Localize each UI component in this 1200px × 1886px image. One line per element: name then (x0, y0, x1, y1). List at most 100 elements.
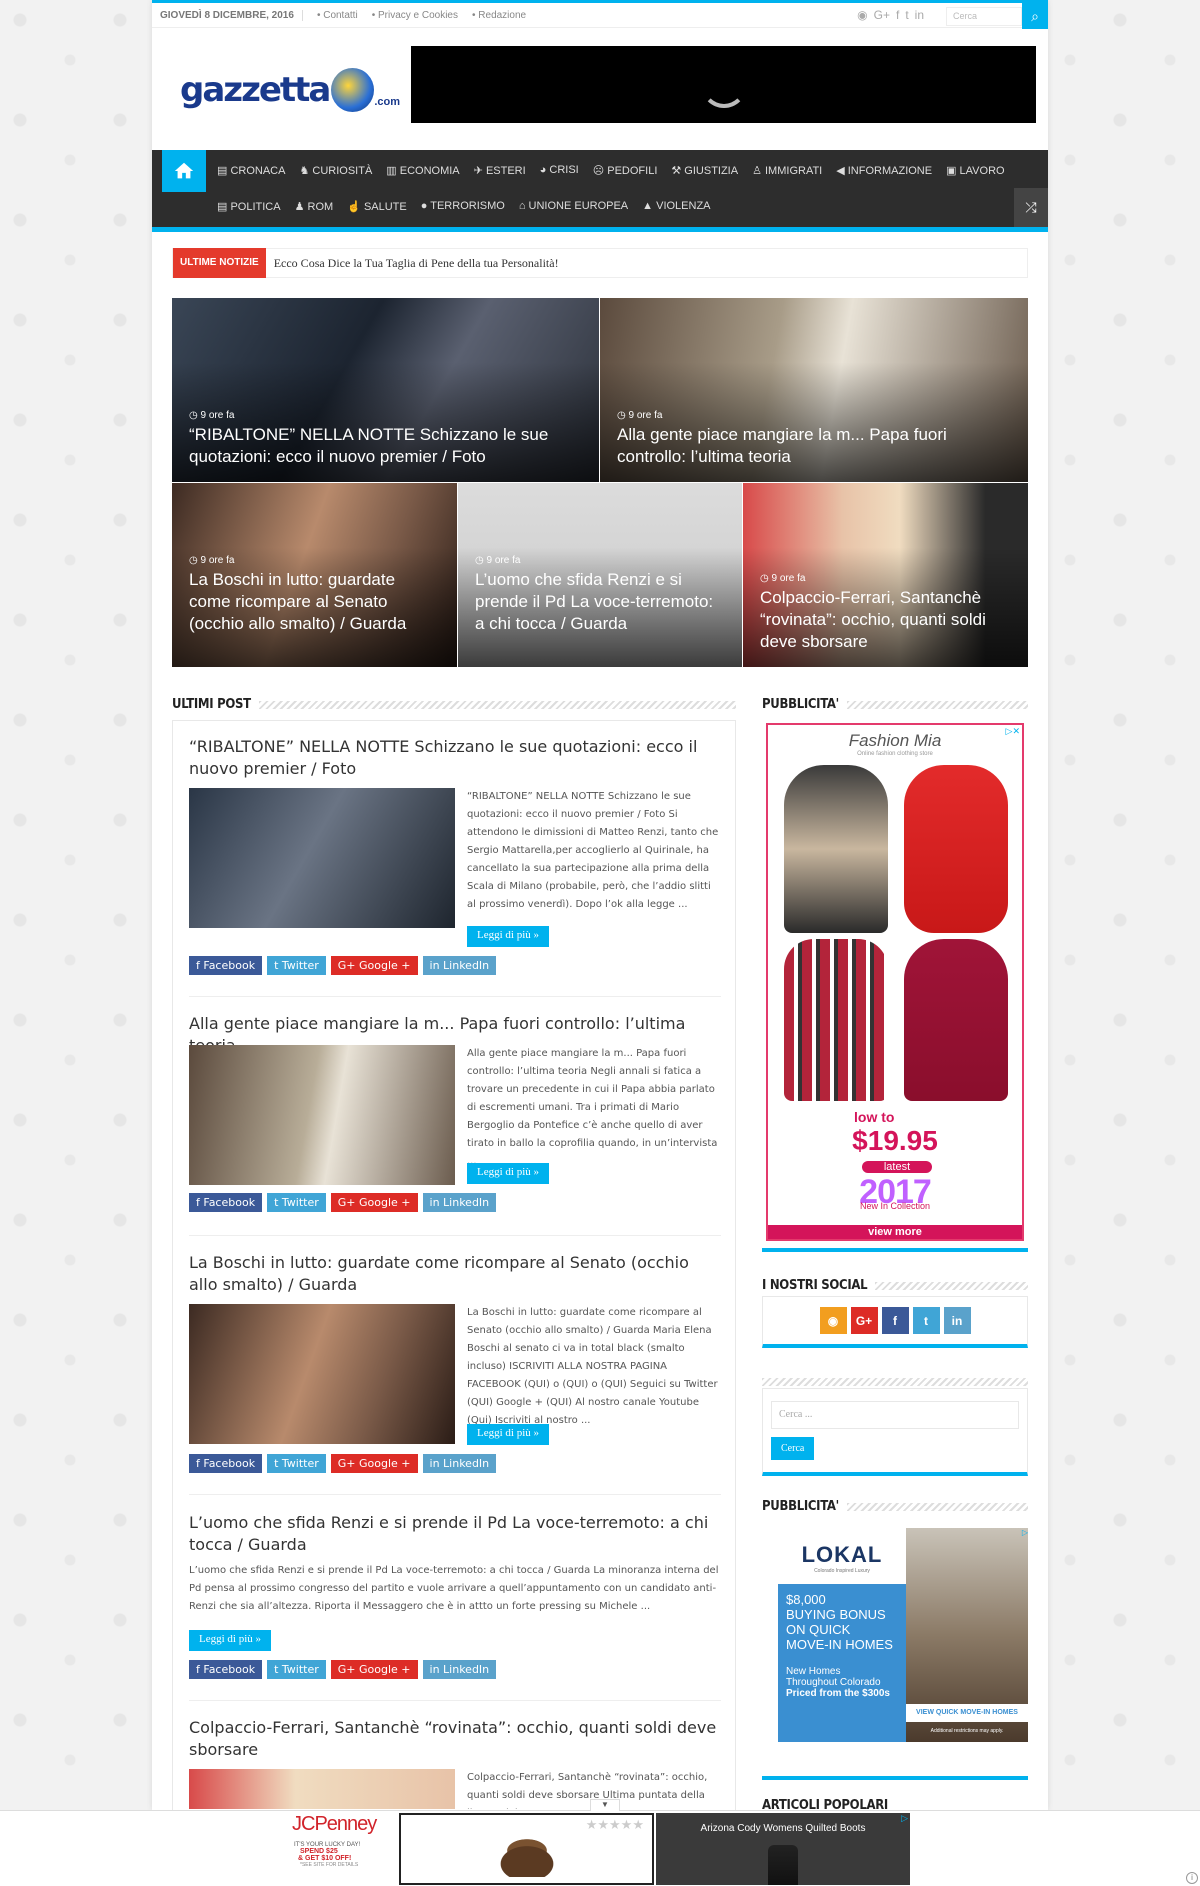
lokal-line1: $8,000 (786, 1592, 826, 1607)
read-more-button[interactable]: Leggi di più » (467, 1424, 550, 1445)
slide-title: “RIBALTONE” NELLA NOTTE Schizzano le sue… (189, 425, 549, 466)
chevron-down-icon: ▼ (601, 1800, 609, 1809)
post-excerpt: Alla gente piace mangiare la m... Papa f… (467, 1048, 718, 1167)
share-facebook-button[interactable]: f Facebook (189, 1193, 263, 1212)
featured-slide-3[interactable]: ◷ 9 ore fa La Boschi in lutto: guardate … (172, 483, 457, 667)
post-thumbnail[interactable] (189, 1045, 455, 1185)
topbar-social: ◉ G+ f t in (857, 8, 924, 22)
featured-slide-1[interactable]: ◷ 9 ore fa “RIBALTONE” NELLA NOTTE Schiz… (172, 298, 599, 482)
jcpenney-ad[interactable]: JCPenney IT'S YOUR LUCKY DAY! SPEND $25 … (290, 1813, 398, 1885)
nav-item-crisi[interactable]: ◕ CRISI (533, 164, 586, 177)
google-plus-icon[interactable]: G+ (874, 8, 890, 22)
lokal-note: Additional restrictions may apply. (930, 1728, 1004, 1734)
share-google-button[interactable]: G+ Google + (330, 1193, 418, 1212)
share-google-button[interactable]: G+ Google + (330, 1454, 418, 1473)
slide-title: Colpaccio-Ferrari, Santanchè “rovinata”:… (760, 588, 986, 651)
rss-icon[interactable]: ◉ (819, 1307, 847, 1334)
read-more-button[interactable]: Leggi di più » (467, 1163, 550, 1184)
adchoices-icon[interactable]: ▷ (901, 1813, 908, 1824)
nav-item-violenza[interactable]: ▲ VIOLENZA (635, 200, 717, 213)
nav-item-economia[interactable]: ▥ ECONOMIA (379, 164, 466, 177)
post-thumbnail[interactable] (189, 788, 455, 928)
boots-product-title: Arizona Cody Womens Quilted Boots (700, 1823, 866, 1834)
google-plus-icon[interactable]: G+ (850, 1307, 878, 1334)
share-google-button[interactable]: G+ Google + (330, 956, 418, 975)
rss-icon[interactable]: ◉ (857, 8, 867, 22)
lokal-cta[interactable]: VIEW QUICK MOVE-IN HOMES (906, 1704, 1028, 1722)
linkedin-icon[interactable]: in (943, 1307, 971, 1334)
share-twitter-button[interactable]: t Twitter (267, 1193, 326, 1212)
nav-item-terrorismo[interactable]: ● TERRORISMO (414, 200, 512, 213)
post-title[interactable]: Colpaccio-Ferrari, Santanchè “rovinata”:… (189, 1717, 721, 1761)
share-linkedin-button[interactable]: in LinkedIn (422, 1660, 497, 1679)
topbar-link-contatti[interactable]: • Contatti (317, 10, 358, 21)
ticker-headline[interactable]: Ecco Cosa Dice la Tua Taglia di Pene del… (266, 256, 559, 271)
featured-slide-5[interactable]: ◷ 9 ore fa Colpaccio-Ferrari, Santanchè … (743, 483, 1028, 667)
post-excerpt: “RIBALTONE” NELLA NOTTE Schizzano le sue… (467, 791, 719, 910)
nav-item-rom[interactable]: ♟ ROM (288, 200, 341, 213)
linkedin-icon[interactable]: in (915, 8, 924, 22)
home-button[interactable] (162, 150, 206, 192)
facebook-icon[interactable]: f (896, 8, 899, 22)
site-logo[interactable]: gazzetta .com (180, 60, 400, 120)
lokal-ad[interactable]: LOKAL Colorado Inspired Luxury $8,000 BU… (778, 1528, 1028, 1742)
search-icon[interactable]: ⌕ (1022, 3, 1048, 29)
lokal-line6: Throughout Colorado (786, 1677, 881, 1688)
nav-item-pedofili[interactable]: ☹ PEDOFILI (586, 164, 665, 177)
read-more-button[interactable]: Leggi di più » (189, 1630, 272, 1651)
random-article-button[interactable]: ⤮ (1014, 188, 1048, 227)
top-bar: GIOVEDÌ 8 DICEMBRE, 2016 • Contatti • Pr… (152, 0, 1048, 29)
nav-item-esteri[interactable]: ✈ ESTERI (467, 164, 533, 177)
nav-item-informazione[interactable]: ◀ INFORMAZIONE (829, 164, 939, 177)
share-google-button[interactable]: G+ Google + (330, 1660, 418, 1679)
header-ad-banner[interactable] (411, 46, 1036, 123)
twitter-icon[interactable]: t (905, 8, 908, 22)
coat-image (784, 939, 888, 1101)
share-twitter-button[interactable]: t Twitter (267, 956, 326, 975)
fashion-ad[interactable]: ▷✕ Fashion Mia Online fashion clothing s… (766, 723, 1024, 1241)
post-title[interactable]: “RIBALTONE” NELLA NOTTE Schizzano le sue… (189, 736, 721, 780)
nav-item-giustizia[interactable]: ⚒ GIUSTIZIA (664, 164, 745, 177)
post-title[interactable]: L’uomo che sfida Renzi e si prende il Pd… (189, 1512, 721, 1556)
post-thumbnail[interactable] (189, 1304, 455, 1444)
post-title[interactable]: La Boschi in lutto: guardate come ricomp… (189, 1252, 721, 1296)
share-buttons: f Facebook t Twitter G+ Google + in Link… (189, 1454, 497, 1473)
nav-item-unione-europea[interactable]: ⌂ UNIONE EUROPEA (512, 200, 635, 213)
collapse-ad-button[interactable]: ▼ (590, 1799, 620, 1811)
share-linkedin-button[interactable]: in LinkedIn (422, 1454, 497, 1473)
facebook-icon[interactable]: f (881, 1307, 909, 1334)
topbar-link-privacy[interactable]: • Privacy e Cookies (372, 10, 458, 21)
nav-item-politica[interactable]: ▤ POLITICA (210, 200, 288, 213)
nav-item-curiosita[interactable]: ♞ CURIOSITÀ (292, 164, 379, 177)
share-linkedin-button[interactable]: in LinkedIn (422, 1193, 497, 1212)
info-icon[interactable]: i (1186, 1872, 1198, 1884)
section-heading-ultimi-post: ULTIMI POST (172, 697, 736, 712)
fashion-ad-cta[interactable]: view more (768, 1225, 1022, 1239)
slide-time: ◷ 9 ore fa (189, 555, 235, 566)
read-more-button[interactable]: Leggi di più » (467, 926, 550, 947)
nav-item-immigrati[interactable]: ♙ IMMIGRATI (745, 164, 829, 177)
section-heading-popolari: ARTICOLI POPOLARI (762, 1798, 888, 1810)
nav-item-cronaca[interactable]: ▤ CRONACA (210, 164, 292, 177)
boots-product-ad[interactable]: Arizona Cody Womens Quilted Boots ▷ (656, 1813, 910, 1885)
share-facebook-button[interactable]: f Facebook (189, 1660, 263, 1679)
share-facebook-button[interactable]: f Facebook (189, 956, 263, 975)
twitter-icon[interactable]: t (912, 1307, 940, 1334)
share-twitter-button[interactable]: t Twitter (267, 1660, 326, 1679)
featured-slide-2[interactable]: ◷ 9 ore fa Alla gente piace mangiare la … (600, 298, 1028, 482)
topbar-search-input[interactable]: Cerca (946, 7, 1022, 26)
hat-product-ad[interactable]: ★★★★★ (399, 1813, 654, 1885)
nav-item-salute[interactable]: ☝ SALUTE (340, 200, 414, 213)
topbar-link-redazione[interactable]: • Redazione (472, 10, 526, 21)
share-linkedin-button[interactable]: in LinkedIn (422, 956, 497, 975)
share-twitter-button[interactable]: t Twitter (267, 1454, 326, 1473)
featured-slide-4[interactable]: ◷ 9 ore fa L’uomo che sfida Renzi e si p… (458, 483, 742, 667)
jcpenney-line3: & GET $10 OFF! (298, 1855, 352, 1862)
sidebar-search-button[interactable]: Cerca (771, 1437, 815, 1460)
sidebar-search-input[interactable]: Cerca ... (771, 1401, 1019, 1429)
adchoices-icon[interactable]: ▷ (1022, 1528, 1028, 1537)
post-item: “RIBALTONE” NELLA NOTTE Schizzano le sue… (189, 736, 721, 975)
share-facebook-button[interactable]: f Facebook (189, 1454, 263, 1473)
post-thumbnail[interactable] (189, 1769, 455, 1809)
nav-item-lavoro[interactable]: ▣ LAVORO (939, 164, 1011, 177)
